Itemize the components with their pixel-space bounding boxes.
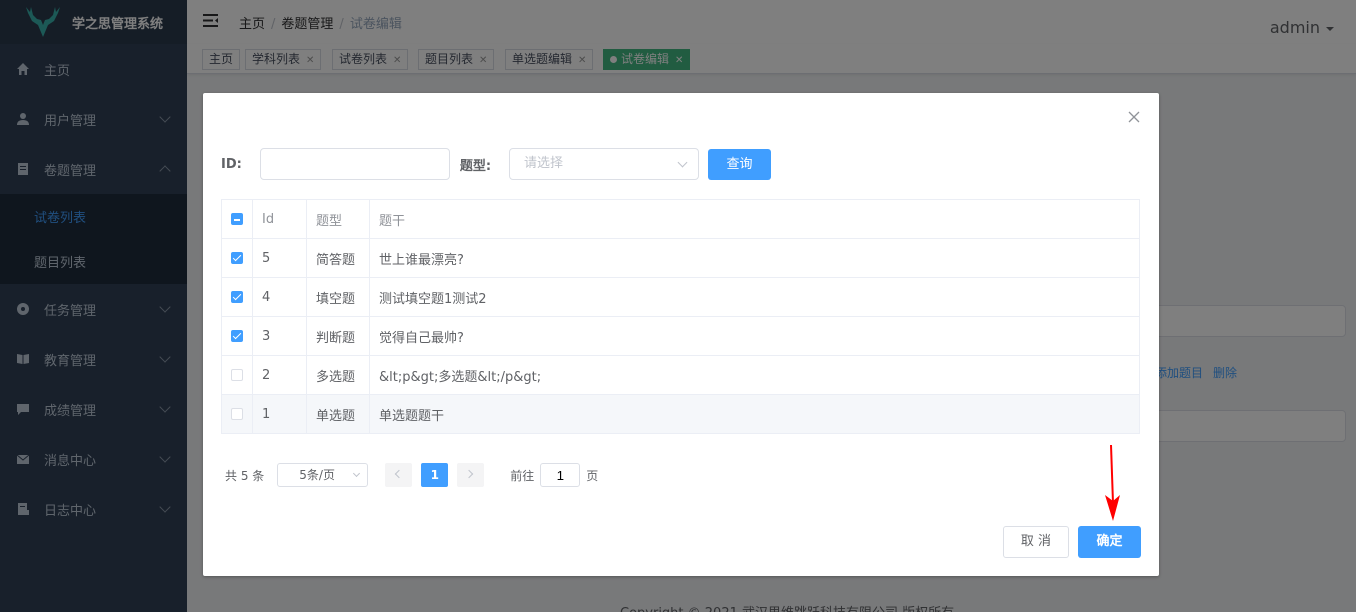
page-size-value: 5条/页	[299, 468, 335, 482]
type-label: 题型:	[459, 158, 492, 174]
chevron-left-icon	[395, 469, 404, 479]
question-table: Id 题型 题干 5 简答题 世上谁最漂亮? 4 填空题 测试填空题1测试2 3…	[221, 199, 1140, 434]
cell-id: 2	[253, 356, 307, 394]
search-form: ID: 题型: 请选择 查询	[221, 148, 772, 180]
table-row[interactable]: 1 单选题 单选题题干	[222, 395, 1139, 434]
cell-type: 判断题	[307, 317, 370, 355]
cell-type: 单选题	[307, 395, 370, 433]
cell-type: 简答题	[307, 239, 370, 277]
close-icon[interactable]	[1127, 110, 1141, 124]
row-checkbox[interactable]	[231, 291, 243, 303]
cell-id: 3	[253, 317, 307, 355]
goto-page-input[interactable]	[540, 463, 581, 487]
next-page-button[interactable]	[457, 463, 485, 487]
table-row[interactable]: 3 判断题 觉得自己最帅?	[222, 317, 1139, 356]
table-row[interactable]: 4 填空题 测试填空题1测试2	[222, 278, 1139, 317]
pagination: 共 5 条 5条/页 1 前往 页	[225, 463, 598, 487]
question-select-dialog: ID: 题型: 请选择 查询 Id 题型 题干 5 简答题 世上谁最漂亮? 4 …	[203, 93, 1159, 576]
table-header: Id 题型 题干	[222, 200, 1139, 239]
row-checkbox[interactable]	[231, 252, 243, 264]
cell-stem: 觉得自己最帅?	[379, 330, 464, 346]
cell-stem: &lt;p&gt;多选题&lt;/p&gt;	[379, 369, 542, 385]
id-label: ID:	[221, 156, 242, 172]
type-select[interactable]: 请选择	[509, 148, 700, 180]
select-all-checkbox[interactable]	[231, 213, 243, 225]
row-checkbox[interactable]	[231, 408, 243, 420]
page-size-select[interactable]: 5条/页	[277, 463, 369, 487]
cell-stem: 世上谁最漂亮?	[379, 252, 464, 268]
id-input[interactable]	[259, 148, 450, 180]
prev-page-button[interactable]	[385, 463, 413, 487]
row-checkbox[interactable]	[231, 330, 243, 342]
cell-stem: 单选题题干	[379, 408, 445, 424]
cell-type: 填空题	[307, 278, 370, 316]
confirm-button[interactable]: 确定	[1078, 526, 1141, 558]
chevron-right-icon	[465, 469, 474, 479]
column-header-type: 题型	[307, 200, 370, 238]
column-header-id: Id	[253, 200, 307, 238]
table-row[interactable]: 5 简答题 世上谁最漂亮?	[222, 239, 1139, 278]
chevron-down-icon	[353, 469, 361, 478]
query-button[interactable]: 查询	[708, 148, 772, 180]
pagination-total: 共 5 条	[225, 468, 265, 483]
annotation-arrow-icon	[1105, 444, 1120, 521]
type-select-placeholder: 请选择	[524, 156, 564, 171]
table-row[interactable]: 2 多选题 &lt;p&gt;多选题&lt;/p&gt;	[222, 356, 1139, 395]
goto-prefix: 前往	[510, 468, 535, 483]
cell-id: 4	[253, 278, 307, 316]
cell-id: 5	[253, 239, 307, 277]
cancel-button[interactable]: 取 消	[1003, 526, 1069, 558]
chevron-down-icon	[677, 157, 688, 168]
page-number-current[interactable]: 1	[421, 463, 449, 487]
cell-type: 多选题	[307, 356, 370, 394]
cell-id: 1	[253, 395, 307, 433]
row-checkbox[interactable]	[231, 369, 243, 381]
goto-suffix: 页	[586, 468, 599, 483]
cell-stem: 测试填空题1测试2	[379, 291, 487, 307]
column-header-stem: 题干	[379, 213, 406, 229]
